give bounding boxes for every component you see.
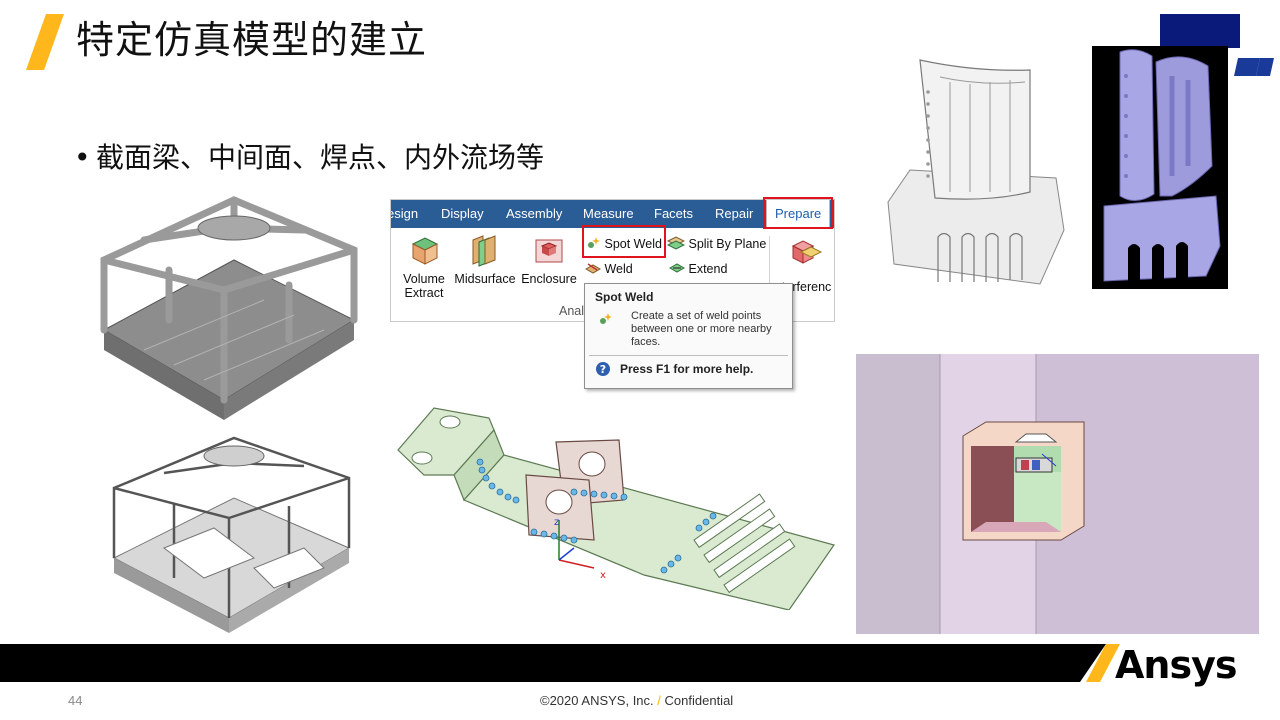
beam-frame-wire-image	[104, 428, 356, 636]
tab-assembly[interactable]: Assembly	[506, 206, 562, 221]
enclosure-label: Enclosure	[521, 272, 577, 286]
footer-slash: /	[657, 693, 661, 708]
svg-text:?: ?	[600, 363, 606, 376]
title-accent-slash	[26, 14, 64, 70]
split-by-plane-icon	[666, 236, 686, 250]
slide-title: 特定仿真模型的建立	[76, 18, 428, 62]
turbine-blade-solid-image	[1092, 46, 1228, 289]
midsurface-button[interactable]: Midsurface	[453, 232, 516, 304]
volume-extract-label: Volume Extract	[403, 272, 445, 300]
tooltip-help-text: Press F1 for more help.	[620, 362, 754, 376]
copyright-text: ©2020 ANSYS, Inc.	[540, 693, 654, 708]
tab-measure[interactable]: Measure	[583, 206, 634, 221]
tab-display[interactable]: Display	[441, 206, 484, 221]
interference-icon	[791, 240, 823, 264]
axis-x-label: x	[600, 570, 606, 581]
ansys-logo-text: Ansys	[1115, 643, 1237, 687]
volume-extract-icon	[411, 237, 439, 265]
tab-design[interactable]: esign	[391, 206, 418, 221]
spot-weld-highlight	[582, 225, 666, 258]
tab-facets[interactable]: Facets	[654, 206, 693, 221]
tab-repair[interactable]: Repair	[715, 206, 753, 221]
weld-label: Weld	[604, 262, 633, 276]
tooltip-description: Create a set of weld points between one …	[631, 310, 772, 348]
enclosure-model-image	[856, 354, 1259, 634]
extend-command[interactable]: Extend	[668, 261, 728, 276]
spot-weld-tooltip-icon	[600, 313, 612, 324]
midsurface-icon	[472, 235, 496, 267]
midsurface-label: Midsurface	[454, 272, 516, 286]
spot-weld-model-image: z x	[394, 400, 840, 611]
beam-frame-solid-image	[84, 190, 374, 422]
volume-extract-button[interactable]: Volume Extract	[399, 232, 449, 304]
confidential-text: Confidential	[664, 693, 734, 708]
turbine-blade-wire-image	[880, 52, 1066, 290]
weld-icon	[584, 263, 602, 274]
axis-z-label: z	[554, 517, 559, 528]
page-number: 44	[68, 693, 83, 708]
enclosure-icon	[535, 239, 563, 263]
spot-weld-tooltip: Spot Weld Create a set of weld points be…	[584, 283, 793, 389]
footer-copyright: ©2020 ANSYS, Inc. / Confidential	[540, 693, 733, 708]
extend-label: Extend	[688, 262, 728, 276]
split-by-plane-label: Split By Plane	[688, 237, 767, 251]
analysis-group-label: Anal	[559, 304, 585, 318]
help-icon: ?	[596, 362, 610, 376]
tooltip-title: Spot Weld	[595, 290, 654, 304]
enclosure-button[interactable]: Enclosure	[519, 232, 579, 304]
bullet-dot: •	[74, 141, 91, 174]
extend-icon	[668, 263, 686, 273]
bullet-text: 截面梁、中间面、焊点、内外流场等	[96, 141, 545, 174]
split-by-plane-command[interactable]: Split By Plane	[666, 236, 767, 251]
weld-command[interactable]: Weld	[584, 261, 633, 276]
bullet-point: • 截面梁、中间面、焊点、内外流场等	[74, 140, 544, 176]
tooltip-divider	[589, 355, 788, 356]
prepare-tab-highlight	[763, 197, 833, 229]
